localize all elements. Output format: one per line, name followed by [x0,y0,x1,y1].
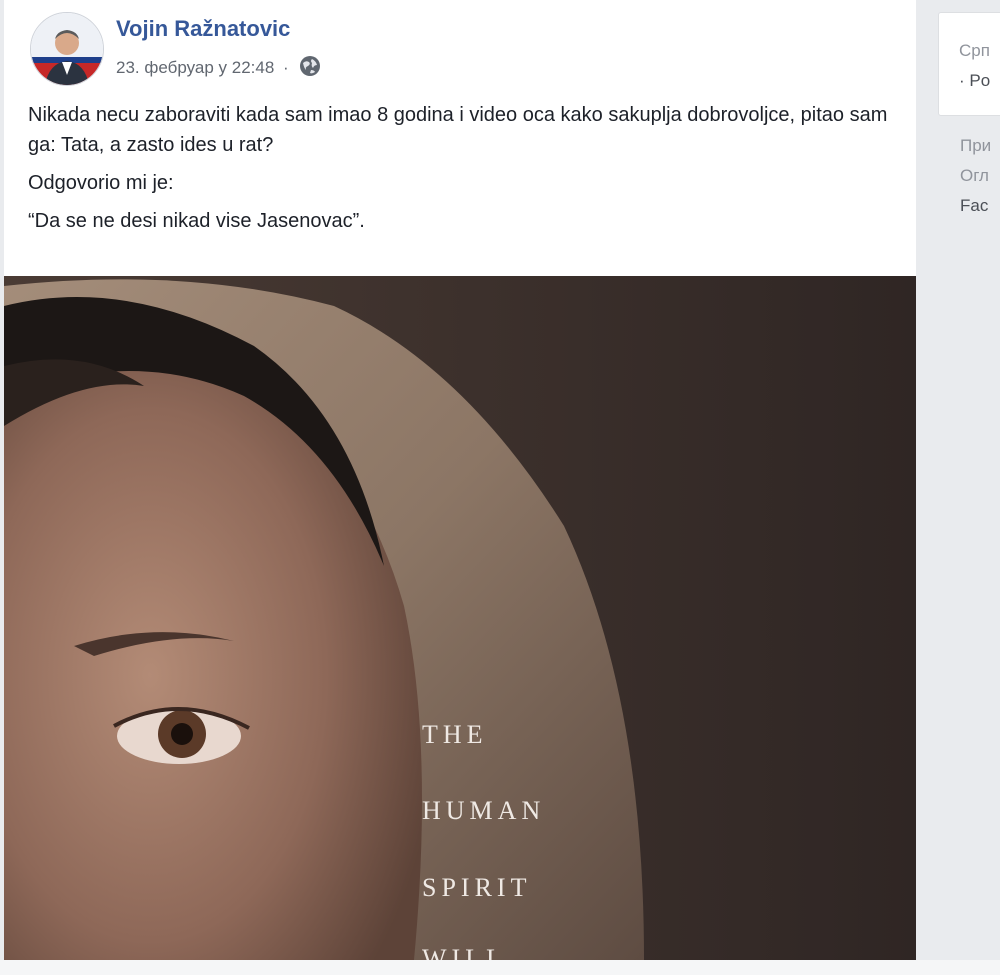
post-paragraph: Odgovorio mi je: [28,172,174,194]
bottom-bar [0,960,1000,975]
language-secondary[interactable]: · Po [959,71,990,91]
post-image[interactable]: THE HUMAN SPIRIT WILL [4,276,916,960]
author-name[interactable]: Vojin Ražnatovic [116,16,290,42]
post-card: Vojin Ražnatovic 23. фебруар у 22:48 · N… [4,0,916,960]
language-label[interactable]: Срп [959,41,990,61]
image-caption-line: WILL [422,944,507,960]
sidebar-link-ads[interactable]: Огл [960,166,989,186]
post-text: Nikada necu zaboraviti kada sam imao 8 g… [28,100,898,244]
sidebar-link-facebook[interactable]: Fac [960,196,988,216]
sidebar-link-privacy[interactable]: При [960,136,991,156]
post-paragraph: “Da se ne desi nikad vise Jasenovac”. [28,210,365,232]
post-paragraph: Nikada necu zaboraviti kada sam imao 8 g… [28,104,888,156]
image-caption-line: THE [422,720,488,749]
language-card: Срп · Po [938,12,1000,116]
post-meta: 23. фебруар у 22:48 · [116,55,321,82]
meta-separator: · [283,58,289,77]
globe-icon[interactable] [299,55,321,82]
post-image-art [4,276,916,960]
image-caption-line: HUMAN [422,796,546,825]
post-timestamp[interactable]: 23. фебруар у 22:48 [116,58,274,77]
author-avatar[interactable] [30,12,104,86]
image-caption-line: SPIRIT [422,873,532,902]
